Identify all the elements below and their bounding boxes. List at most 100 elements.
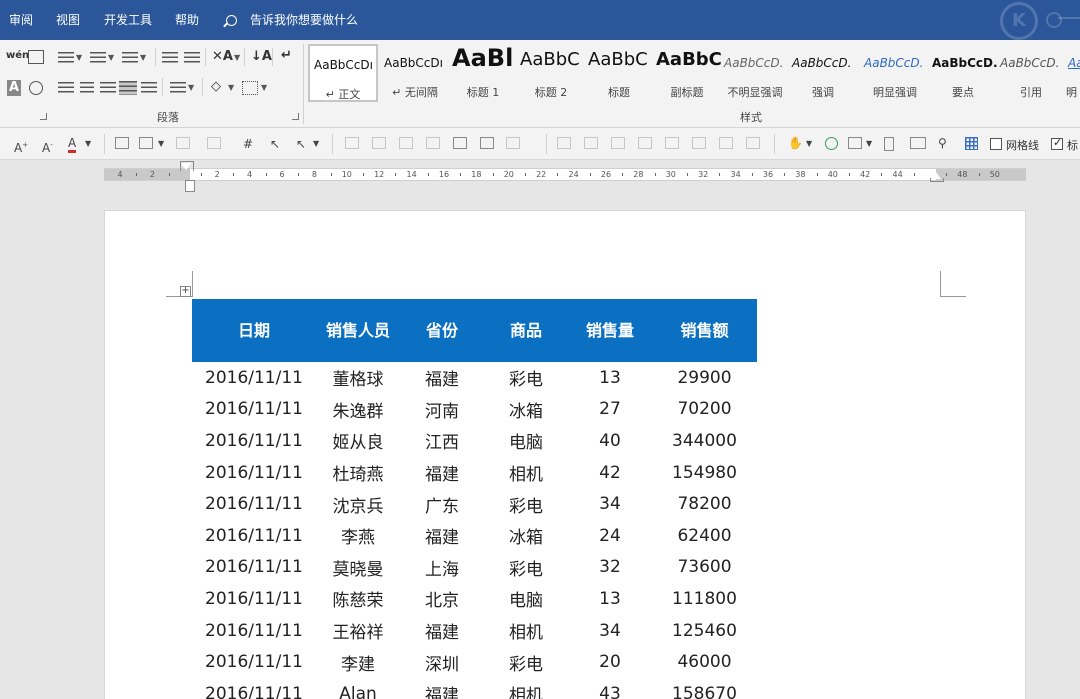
- chevron-down-icon[interactable]: ▼: [261, 80, 267, 96]
- table-cell[interactable]: 董格球: [316, 362, 400, 394]
- paragraph-dialog-launcher-icon[interactable]: [292, 113, 299, 120]
- column-header[interactable]: 销售额: [652, 299, 757, 362]
- style-subtle-emphasis[interactable]: AaBbCcD. 不明显强调: [720, 44, 790, 102]
- tell-me-search[interactable]: 告诉我你想要做什么: [250, 0, 358, 40]
- align-right-icon[interactable]: [100, 82, 116, 94]
- table-row[interactable]: 2016/11/11 陈慈荣 北京 电脑 13 111800: [192, 583, 757, 615]
- table-cell[interactable]: 沈京兵: [316, 488, 400, 520]
- table-cell[interactable]: 42: [568, 457, 652, 489]
- table-cell[interactable]: 29900: [652, 362, 757, 394]
- table-cell[interactable]: 2016/11/11: [192, 583, 316, 615]
- show-marks-icon[interactable]: ↵: [281, 48, 292, 64]
- table-cell[interactable]: 73600: [652, 552, 757, 584]
- chinese-layout-icon[interactable]: ✕A: [212, 49, 233, 65]
- style-title[interactable]: AaBbC 标题: [584, 44, 654, 102]
- view-gridlines-icon[interactable]: [965, 137, 978, 150]
- grow-font-icon[interactable]: A+: [14, 138, 28, 155]
- horizontal-ruler[interactable]: 4 2 2 4 6 8 10 12 14 16 18 20 22 24 26 28 30 32 34 36 38 40 42…: [104, 168, 1026, 181]
- numbering-icon[interactable]: [90, 52, 106, 64]
- table-cell[interactable]: 李建: [316, 646, 400, 678]
- search-icon[interactable]: [226, 15, 237, 26]
- oval-shape-icon[interactable]: [825, 137, 838, 150]
- zoom-icon[interactable]: ⚲: [938, 136, 947, 150]
- table-row[interactable]: 2016/11/11 莫晓曼 上海 彩电 32 73600: [192, 552, 757, 584]
- chevron-down-icon[interactable]: ▼: [866, 137, 872, 151]
- table-cell[interactable]: 彩电: [484, 362, 568, 394]
- table-cell[interactable]: 相机: [484, 457, 568, 489]
- table-cell[interactable]: 彩电: [484, 552, 568, 584]
- table-row[interactable]: 2016/11/11 李建 深圳 彩电 20 46000: [192, 646, 757, 678]
- sales-table[interactable]: 日期 销售人员 省份 商品 销售量 销售额 2016/11/11 董格球 福建 彩电 13 2990…: [192, 299, 757, 699]
- table-insert-icon[interactable]: [848, 137, 862, 149]
- style-intense-emphasis[interactable]: AaBbCcD. 明显强调: [860, 44, 930, 102]
- decrease-indent-icon[interactable]: [162, 52, 178, 64]
- table-cell[interactable]: 2016/11/11: [192, 615, 316, 647]
- table-cell[interactable]: 陈慈荣: [316, 583, 400, 615]
- align-center-icon[interactable]: [80, 82, 94, 94]
- table-row[interactable]: 2016/11/11 董格球 福建 彩电 13 29900: [192, 362, 757, 394]
- table-cell[interactable]: 杜琦燕: [316, 457, 400, 489]
- chevron-down-icon[interactable]: ▼: [228, 80, 234, 96]
- chevron-down-icon[interactable]: ▼: [76, 50, 82, 66]
- table-cell[interactable]: Alan: [316, 678, 400, 699]
- one-page-icon[interactable]: [884, 137, 894, 151]
- style-heading-1[interactable]: AaBl 标题 1: [448, 44, 518, 102]
- character-shading-icon[interactable]: A: [7, 80, 21, 96]
- menu-developer[interactable]: 开发工具: [104, 0, 152, 40]
- style-quote[interactable]: AaBbCcD. 引用: [996, 44, 1066, 102]
- table-cell[interactable]: 福建: [400, 520, 484, 552]
- table-cell[interactable]: 62400: [652, 520, 757, 552]
- justify-icon[interactable]: [119, 81, 137, 95]
- right-indent-marker[interactable]: [930, 172, 944, 182]
- table-cell[interactable]: 2016/11/11: [192, 362, 316, 394]
- chevron-down-icon[interactable]: ▼: [313, 137, 319, 151]
- table-cell[interactable]: 2016/11/11: [192, 646, 316, 678]
- table-row[interactable]: 2016/11/11 朱逸群 河南 冰箱 27 70200: [192, 394, 757, 426]
- table-cell[interactable]: 24: [568, 520, 652, 552]
- table-row[interactable]: 2016/11/11 王裕祥 福建 相机 34 125460: [192, 615, 757, 647]
- table-cell[interactable]: 莫晓曼: [316, 552, 400, 584]
- table-cell[interactable]: 深圳: [400, 646, 484, 678]
- table-cell[interactable]: 福建: [400, 615, 484, 647]
- font-color-icon[interactable]: A: [68, 136, 77, 153]
- table-cell[interactable]: 2016/11/11: [192, 457, 316, 489]
- font-dialog-launcher-icon[interactable]: [40, 113, 47, 120]
- text-box-icon[interactable]: [115, 137, 129, 149]
- table-cell[interactable]: 40: [568, 425, 652, 457]
- menu-review[interactable]: 审阅: [9, 0, 33, 40]
- phonetic-guide-icon[interactable]: wén: [6, 48, 29, 64]
- column-header[interactable]: 商品: [484, 299, 568, 362]
- style-normal[interactable]: AaBbCcDı ↵ 正文: [308, 44, 378, 102]
- column-header[interactable]: 省份: [400, 299, 484, 362]
- chevron-down-icon[interactable]: ▼: [158, 137, 164, 151]
- chevron-down-icon[interactable]: ▼: [140, 50, 146, 66]
- chevron-down-icon[interactable]: ▼: [188, 80, 194, 96]
- table-cell[interactable]: 125460: [652, 615, 757, 647]
- table-cell[interactable]: 彩电: [484, 646, 568, 678]
- bullets-icon[interactable]: [58, 52, 74, 64]
- table-cell[interactable]: 上海: [400, 552, 484, 584]
- table-cell[interactable]: 13: [568, 362, 652, 394]
- table-cell[interactable]: 彩电: [484, 488, 568, 520]
- table-cell[interactable]: 姬从良: [316, 425, 400, 457]
- multiple-pages-icon[interactable]: [910, 137, 926, 149]
- line-spacing-icon[interactable]: [170, 82, 186, 94]
- table-cell[interactable]: 43: [568, 678, 652, 699]
- table-cell[interactable]: 福建: [400, 457, 484, 489]
- table-cell[interactable]: 46000: [652, 646, 757, 678]
- align-left-icon[interactable]: [58, 82, 74, 94]
- table-cell[interactable]: 冰箱: [484, 394, 568, 426]
- table-cell[interactable]: 北京: [400, 583, 484, 615]
- sort-icon[interactable]: ↓A: [251, 49, 272, 65]
- increase-indent-icon[interactable]: [184, 52, 200, 64]
- table-row[interactable]: 2016/11/11 沈京兵 广东 彩电 34 78200: [192, 488, 757, 520]
- document-page[interactable]: + 日期 销售人员 省份 商品 销售量 销售额 2016/11/11 董格球 福建 彩电 13 29…: [104, 210, 1026, 699]
- table-cell[interactable]: 2016/11/11: [192, 520, 316, 552]
- multilevel-list-icon[interactable]: [122, 52, 138, 64]
- table-cell[interactable]: 32: [568, 552, 652, 584]
- table-cell[interactable]: 78200: [652, 488, 757, 520]
- menu-help[interactable]: 帮助: [175, 0, 199, 40]
- column-header[interactable]: 日期: [192, 299, 316, 362]
- table-cell[interactable]: 2016/11/11: [192, 425, 316, 457]
- table-cell[interactable]: 电脑: [484, 583, 568, 615]
